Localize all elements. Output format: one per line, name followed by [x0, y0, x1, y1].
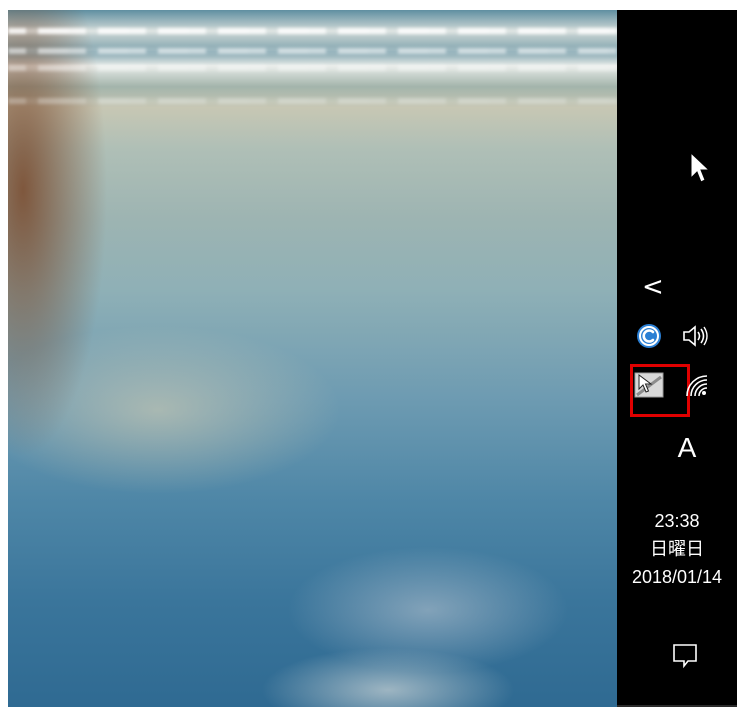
show-hidden-icons-button[interactable]: < [642, 272, 664, 302]
c-app-tray-icon[interactable] [633, 320, 665, 352]
chevron-left-icon: < [642, 272, 664, 302]
clock-button[interactable]: 23:38 日曜日 2018/01/14 [617, 507, 737, 591]
network-button[interactable] [683, 372, 715, 404]
wave-foam [8, 98, 617, 104]
wave-foam [8, 28, 617, 34]
taskbar-bottom-edge [617, 705, 737, 707]
screenshot-frame: < A 23:38 日曜日 2018/01/14 [8, 10, 737, 707]
speaker-icon [683, 325, 708, 347]
clock-time: 23:38 [654, 511, 700, 531]
wave-foam [8, 48, 617, 54]
mouse-pointer-icon [690, 152, 711, 183]
action-center-icon [673, 644, 697, 669]
volume-button[interactable] [679, 320, 711, 352]
clock-weekday: 日曜日 [650, 539, 704, 559]
action-center-button[interactable] [670, 640, 700, 670]
clock-date: 2018/01/14 [631, 567, 723, 587]
wifi-icon [686, 375, 708, 397]
desktop-wallpaper [8, 10, 617, 707]
pen-tablet-tray-icon[interactable] [630, 364, 690, 417]
wave-foam [8, 65, 617, 71]
taskbar: < A 23:38 日曜日 2018/01/14 [617, 10, 737, 707]
c-app-icon [637, 324, 661, 348]
pen-tablet-icon [634, 372, 664, 398]
ime-mode-indicator[interactable]: A [657, 430, 717, 466]
